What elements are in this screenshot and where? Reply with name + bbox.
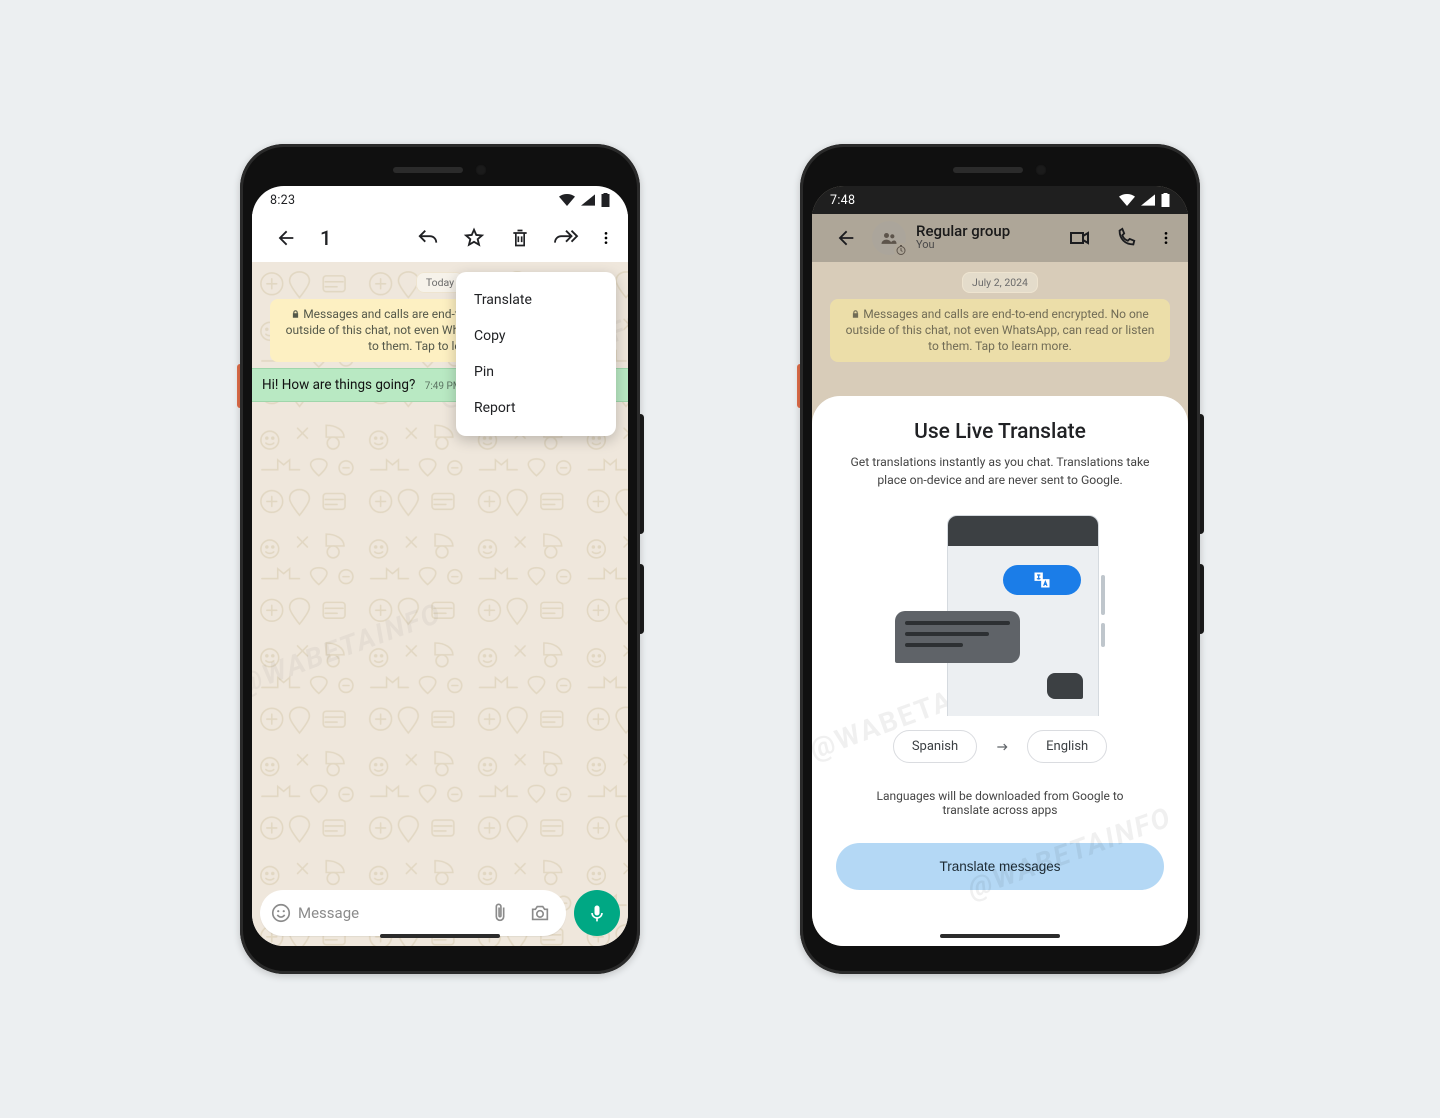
dimmed-background: Regular group You xyxy=(812,214,1188,388)
video-call-icon[interactable] xyxy=(1060,218,1100,258)
menu-translate[interactable]: Translate xyxy=(456,282,616,318)
delete-icon[interactable] xyxy=(500,218,540,258)
menu-copy[interactable]: Copy xyxy=(456,318,616,354)
star-icon[interactable] xyxy=(454,218,494,258)
message-input[interactable]: Message xyxy=(260,890,566,936)
status-time: 7:48 xyxy=(830,193,855,208)
message-placeholder: Message xyxy=(298,904,480,922)
back-icon[interactable] xyxy=(266,218,306,258)
arrow-right-icon xyxy=(993,740,1011,754)
voice-call-icon[interactable] xyxy=(1106,218,1146,258)
selection-appbar: 1 xyxy=(252,214,628,262)
attach-icon[interactable] xyxy=(480,893,520,933)
menu-pin[interactable]: Pin xyxy=(456,354,616,390)
camera-icon[interactable] xyxy=(520,893,560,933)
more-icon[interactable] xyxy=(1152,218,1180,258)
signal-icon xyxy=(581,194,595,206)
phone-b: 7:48 xyxy=(800,144,1200,974)
statusbar: 7:48 xyxy=(812,186,1188,214)
phone-speaker xyxy=(393,164,487,176)
sheet-description: Get translations instantly as you chat. … xyxy=(850,454,1150,489)
screen-b: 7:48 xyxy=(812,186,1188,946)
signal-icon xyxy=(1141,194,1155,206)
lang-to-chip[interactable]: English xyxy=(1027,730,1107,763)
encryption-notice[interactable]: Messages and calls are end-to-end encryp… xyxy=(830,299,1170,362)
lock-icon xyxy=(851,309,860,319)
mic-fab[interactable] xyxy=(574,890,620,936)
wifi-icon xyxy=(559,194,575,206)
lang-from-chip[interactable]: Spanish xyxy=(893,730,977,763)
phone-speaker xyxy=(953,164,1047,176)
gesture-bar xyxy=(380,934,500,938)
context-menu: Translate Copy Pin Report xyxy=(456,272,616,436)
sheet-title: Use Live Translate xyxy=(914,420,1086,444)
language-pair: Spanish English xyxy=(893,730,1107,763)
back-icon[interactable] xyxy=(826,218,866,258)
encryption-text: Messages and calls are end-to-end encryp… xyxy=(846,307,1155,353)
download-note: Languages will be downloaded from Google… xyxy=(870,789,1130,817)
date-chip: July 2, 2024 xyxy=(962,272,1038,293)
lock-icon xyxy=(291,309,300,319)
status-time: 8:23 xyxy=(270,193,295,208)
chat-title[interactable]: Regular group xyxy=(916,224,1054,239)
sheet-illustration xyxy=(895,515,1105,706)
chat-subtitle: You xyxy=(916,239,1054,251)
menu-report[interactable]: Report xyxy=(456,390,616,426)
chat-input-bar: Message xyxy=(260,890,620,936)
translate-badge-icon xyxy=(1003,565,1081,595)
battery-icon xyxy=(601,193,610,207)
screen-a: 8:23 1 xyxy=(252,186,628,946)
emoji-icon[interactable] xyxy=(270,902,292,924)
selected-count: 1 xyxy=(320,226,402,250)
live-translate-sheet: @WABETAINFO @WABETAINFO Use Live Transla… xyxy=(812,396,1188,946)
group-avatar[interactable] xyxy=(872,221,906,255)
message-text: Hi! How are things going? xyxy=(262,377,415,393)
chat-body: @WABETAINFO @WABETAINFO Today Messages a… xyxy=(252,262,628,946)
translate-messages-button[interactable]: Translate messages xyxy=(836,843,1164,890)
battery-icon xyxy=(1161,193,1170,207)
forward-icon[interactable] xyxy=(546,218,586,258)
stage: 8:23 1 xyxy=(0,0,1440,1118)
phone-a: 8:23 1 xyxy=(240,144,640,974)
more-icon[interactable] xyxy=(592,218,620,258)
reply-icon[interactable] xyxy=(408,218,448,258)
wifi-icon xyxy=(1119,194,1135,206)
pixel-device-frame: 7:48 xyxy=(800,144,1200,974)
statusbar: 8:23 xyxy=(252,186,628,214)
gesture-bar xyxy=(940,934,1060,938)
pixel-device-frame: 8:23 1 xyxy=(240,144,640,974)
timer-badge-icon xyxy=(894,243,908,257)
chat-appbar: Regular group You xyxy=(812,214,1188,262)
